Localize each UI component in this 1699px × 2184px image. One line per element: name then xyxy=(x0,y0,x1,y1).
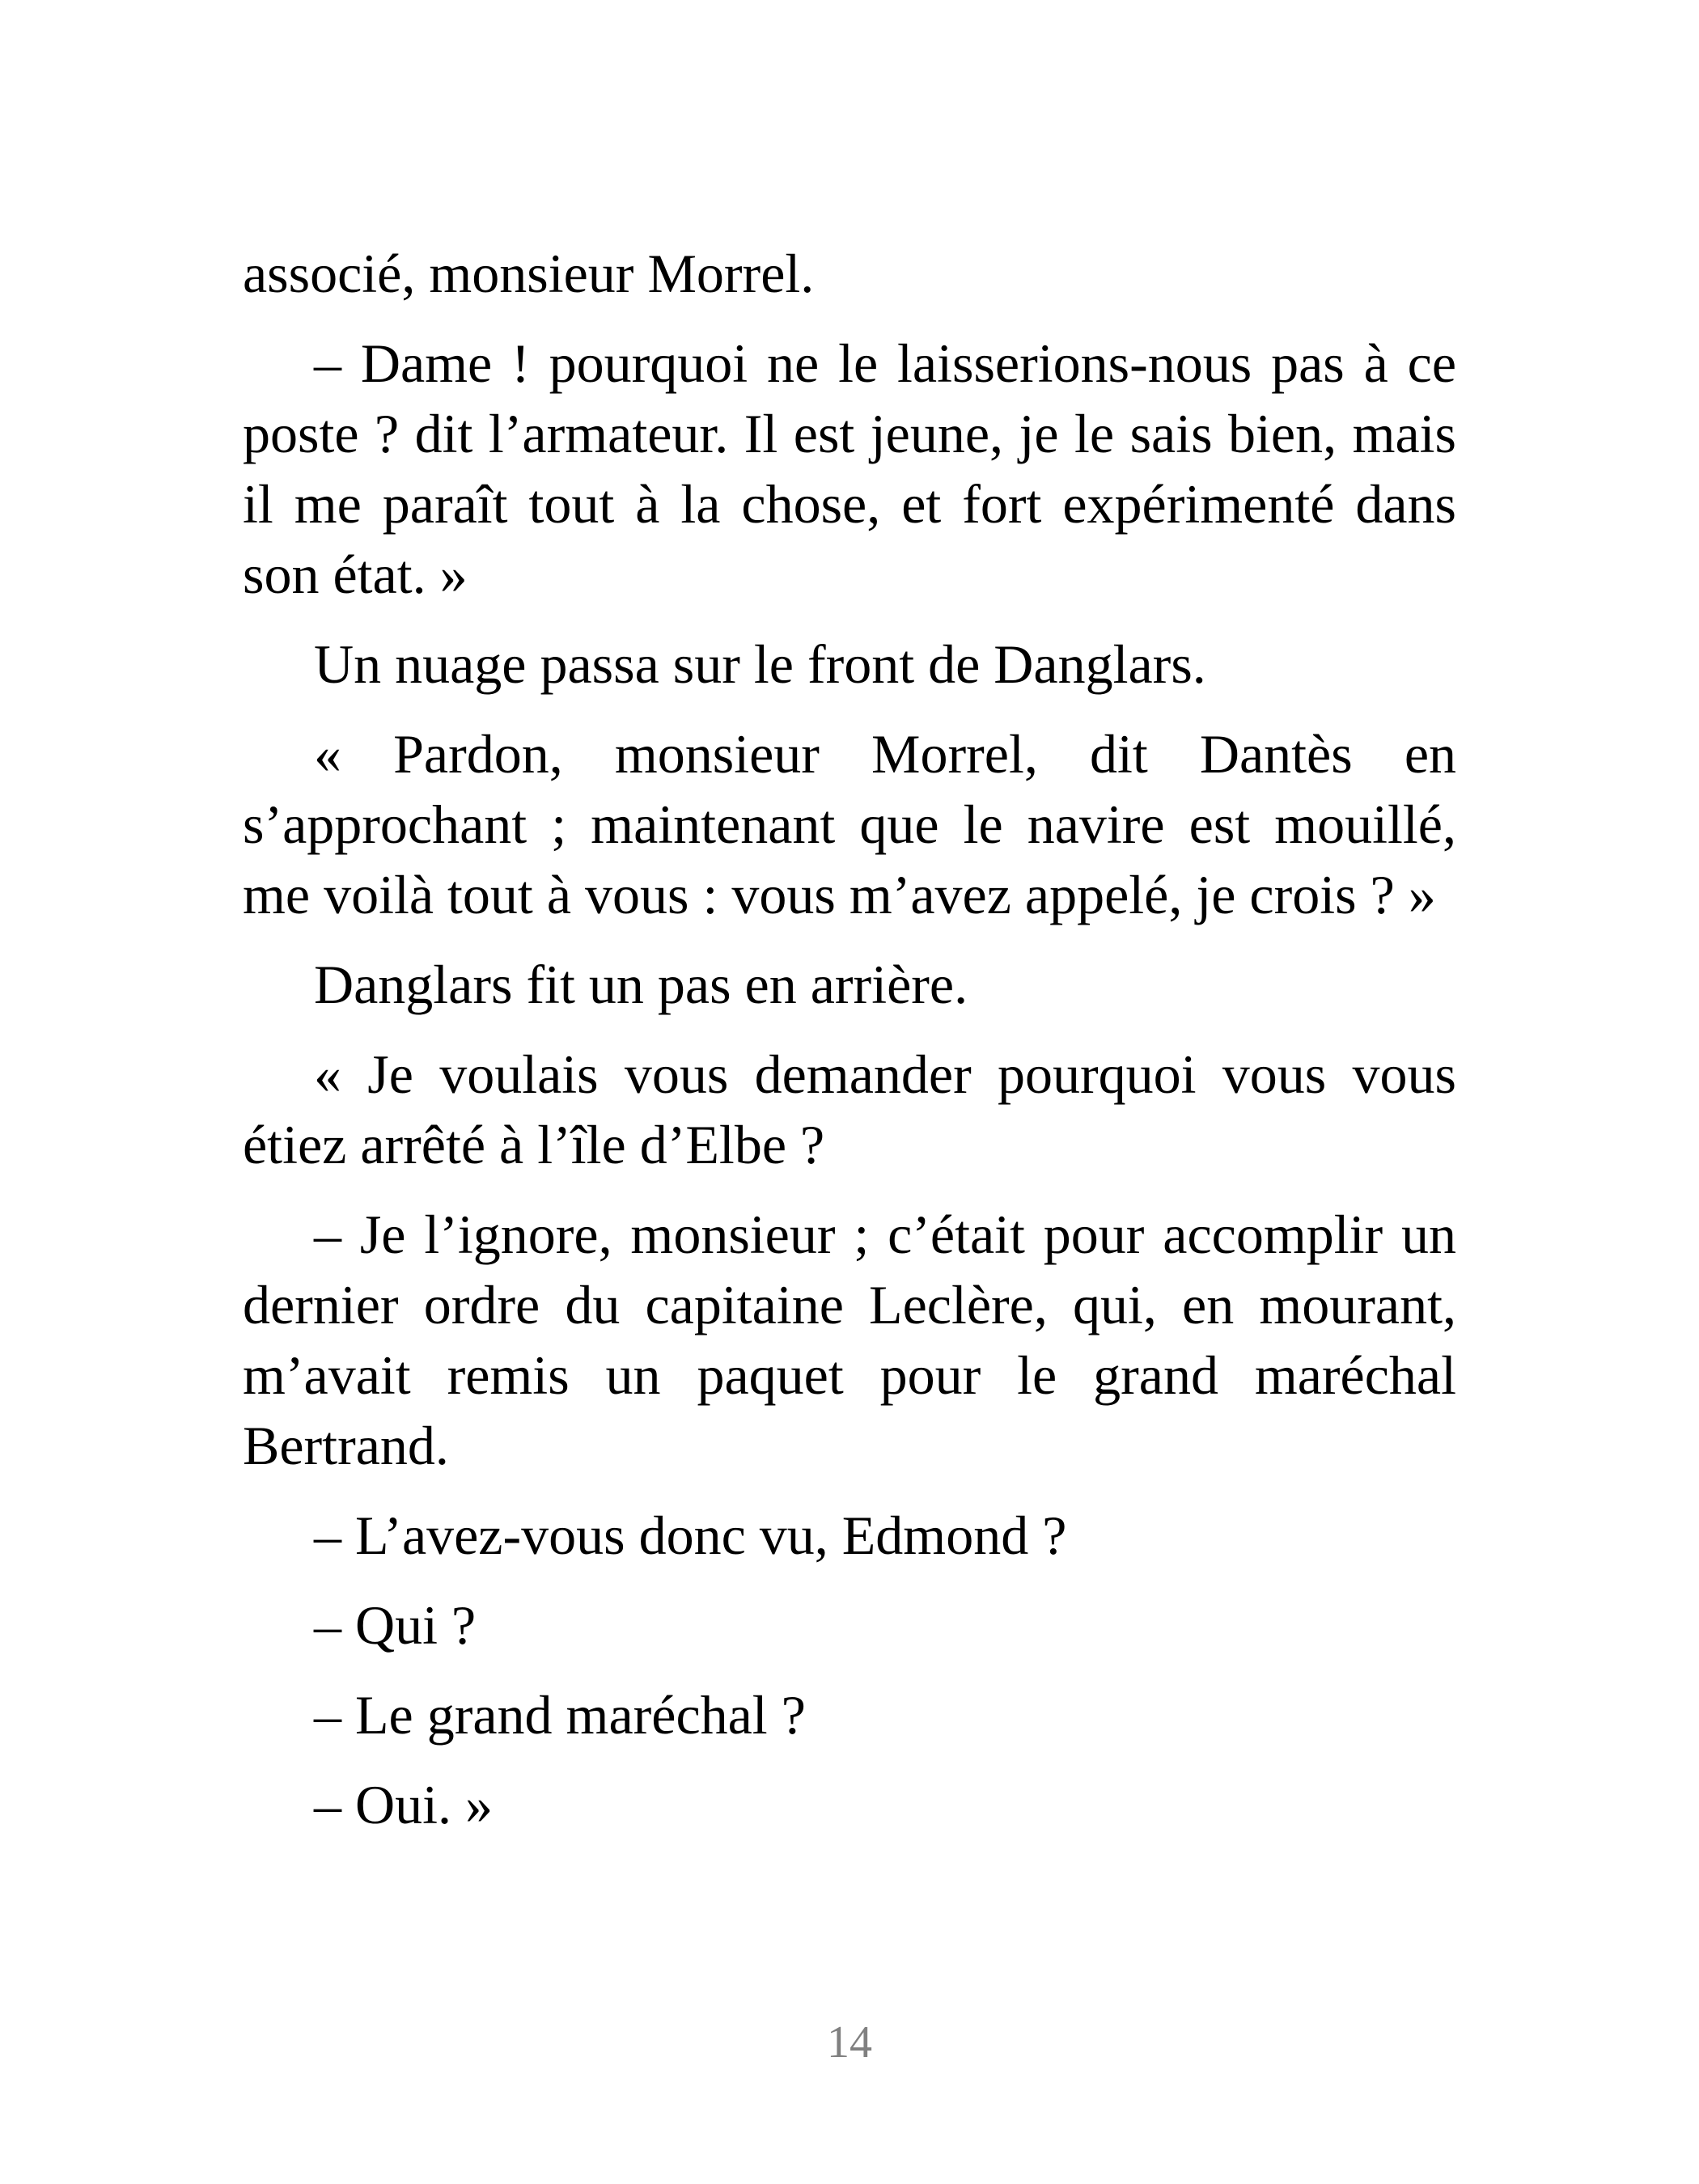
paragraph-narration-danglars-cloud: Un nuage passa sur le front de Danglars. xyxy=(314,633,1206,695)
paragraph-dialogue-answer-leclere: – Je l’ignore, monsieur ; c’était pour a… xyxy=(243,1204,1456,1476)
paragraph-dialogue-grand-marechal: – Le grand maréchal ? xyxy=(314,1684,806,1746)
paragraph-dialogue-seen-edmond: – L’avez-vous donc vu, Edmond ? xyxy=(314,1505,1067,1566)
page-number: 14 xyxy=(827,2017,872,2068)
paragraph-dialogue-morrel: – Dame ! pourquoi ne le laisserions-nous… xyxy=(243,332,1456,605)
paragraph-dialogue-who: – Qui ? xyxy=(314,1594,477,1656)
paragraph-dialogue-question-elbe: « Je voulais vous demander pourquoi vous… xyxy=(243,1043,1456,1175)
paragraph-dialogue-yes: – Oui. » xyxy=(314,1774,493,1835)
paragraph-narration-danglars-step: Danglars fit un pas en arrière. xyxy=(314,954,968,1015)
page-body: associé, monsieur Morrel. – Dame ! pourq… xyxy=(243,239,1456,1860)
paragraph-continuation: associé, monsieur Morrel. xyxy=(243,243,815,304)
paragraph-dialogue-dantes: « Pardon, monsieur Morrel, dit Dantès en… xyxy=(243,723,1456,925)
